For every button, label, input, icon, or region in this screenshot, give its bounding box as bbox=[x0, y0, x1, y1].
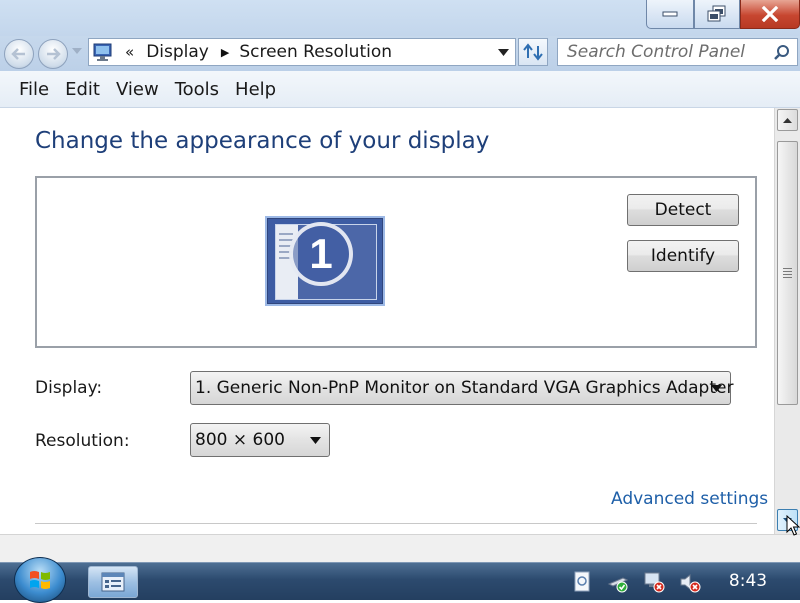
section-divider bbox=[35, 523, 757, 524]
resolution-label: Resolution: bbox=[35, 431, 130, 451]
refresh-arrows-icon bbox=[523, 43, 543, 61]
vertical-scrollbar[interactable] bbox=[774, 108, 800, 534]
resolution-select[interactable]: 800 × 600 bbox=[190, 423, 330, 457]
mouse-pointer-icon bbox=[786, 515, 800, 536]
status-bar bbox=[0, 534, 800, 562]
start-button[interactable] bbox=[14, 557, 66, 603]
page-title: Change the appearance of your display bbox=[35, 128, 490, 154]
scroll-up-arrow-icon bbox=[783, 117, 792, 123]
content-pane: Change the appearance of your display 1 … bbox=[0, 108, 774, 534]
minimize-button[interactable] bbox=[646, 0, 694, 29]
taskbar: 8:43 bbox=[0, 557, 800, 603]
minimize-icon bbox=[662, 11, 678, 17]
scroll-up-button[interactable] bbox=[777, 109, 798, 131]
detect-button[interactable]: Detect bbox=[627, 194, 739, 226]
menu-view[interactable]: View bbox=[108, 79, 167, 100]
chevron-down-icon bbox=[310, 437, 321, 444]
back-button[interactable] bbox=[4, 39, 34, 69]
navigation-bar: « Display ▶ Screen Resolution bbox=[0, 36, 800, 71]
breadcrumb: « Display ▶ Screen Resolution bbox=[125, 39, 392, 65]
menu-bar: File Edit View Tools Help bbox=[0, 71, 800, 108]
restore-icon bbox=[707, 5, 726, 22]
breadcrumb-overflow[interactable]: « bbox=[125, 43, 134, 61]
advanced-settings-link[interactable]: Advanced settings bbox=[611, 489, 768, 509]
breadcrumb-item-display[interactable]: Display bbox=[146, 42, 209, 62]
window-title-bar bbox=[0, 0, 800, 36]
taskbar-clock[interactable]: 8:43 bbox=[718, 563, 778, 600]
tray-document-icon[interactable] bbox=[570, 570, 594, 594]
windows-logo-icon bbox=[30, 571, 50, 589]
menu-help[interactable]: Help bbox=[227, 79, 284, 100]
monitor-number: 1 bbox=[309, 230, 333, 277]
menu-edit[interactable]: Edit bbox=[57, 79, 108, 100]
breadcrumb-separator-icon[interactable]: ▶ bbox=[221, 40, 229, 66]
monitor-1[interactable]: 1 bbox=[265, 216, 385, 306]
address-dropdown-icon[interactable] bbox=[498, 49, 509, 56]
window-controls bbox=[646, 0, 800, 29]
forward-button[interactable] bbox=[38, 39, 68, 69]
scrollbar-thumb[interactable] bbox=[777, 141, 798, 405]
display-select[interactable]: 1. Generic Non-PnP Monitor on Standard V… bbox=[190, 371, 734, 405]
control-panel-window-icon bbox=[101, 572, 125, 592]
restore-button[interactable] bbox=[694, 0, 740, 29]
arrow-right-icon bbox=[47, 48, 61, 60]
recent-pages-chevron-icon[interactable] bbox=[72, 48, 82, 54]
menu-tools[interactable]: Tools bbox=[167, 79, 227, 100]
display-label: Display: bbox=[35, 378, 103, 398]
identify-button[interactable]: Identify bbox=[627, 240, 739, 272]
breadcrumb-item-screen-resolution[interactable]: Screen Resolution bbox=[239, 42, 392, 62]
display-control-panel-icon bbox=[93, 43, 112, 61]
address-bar[interactable]: « Display ▶ Screen Resolution bbox=[88, 38, 516, 66]
close-button[interactable] bbox=[740, 0, 800, 29]
chevron-down-icon bbox=[711, 385, 722, 392]
taskbar-control-panel-button[interactable] bbox=[88, 566, 138, 598]
tray-action-center-flag-icon[interactable] bbox=[606, 570, 630, 594]
refresh-button[interactable] bbox=[518, 38, 548, 66]
menu-file[interactable]: File bbox=[11, 79, 57, 100]
arrow-left-icon bbox=[11, 48, 25, 60]
tray-volume-muted-icon[interactable] bbox=[678, 570, 702, 594]
display-select-value: 1. Generic Non-PnP Monitor on Standard V… bbox=[195, 378, 734, 398]
search-icon[interactable] bbox=[773, 44, 791, 62]
display-preview-area: 1 Detect Identify bbox=[35, 176, 757, 348]
search-input[interactable] bbox=[558, 39, 767, 65]
search-field[interactable] bbox=[557, 38, 798, 66]
tray-network-disconnected-icon[interactable] bbox=[642, 570, 666, 594]
close-icon bbox=[761, 6, 779, 22]
resolution-select-value: 800 × 600 bbox=[195, 430, 285, 450]
